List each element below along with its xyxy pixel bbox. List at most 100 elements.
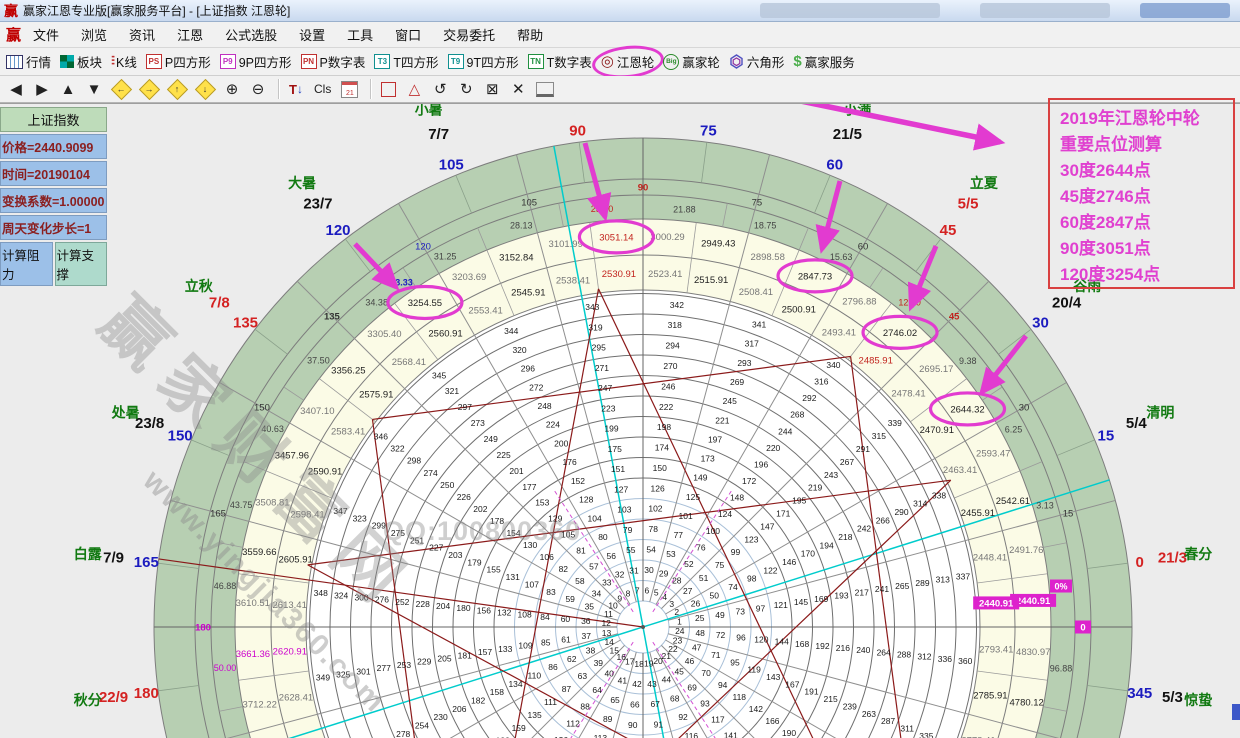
- badge-icon: T9: [448, 54, 464, 69]
- svg-text:253: 253: [397, 660, 411, 670]
- toolbar-winner-wheel[interactable]: Big赢家轮: [663, 52, 720, 71]
- svg-text:248: 248: [537, 401, 551, 411]
- svg-text:228: 228: [416, 599, 430, 609]
- svg-text:347: 347: [333, 506, 347, 516]
- svg-text:93: 93: [700, 699, 710, 709]
- svg-text:3000.29: 3000.29: [650, 232, 684, 243]
- calc-resistance-button[interactable]: 计算阻力: [0, 242, 53, 286]
- svg-text:173: 173: [701, 454, 715, 464]
- menu-1[interactable]: 浏览: [81, 25, 107, 44]
- toolbar-t-square[interactable]: T3T四方形: [374, 52, 438, 71]
- svg-text:45: 45: [674, 667, 684, 677]
- annotation-line-6: 120度3254点: [1060, 262, 1233, 288]
- menu-8[interactable]: 交易委托: [443, 25, 495, 44]
- svg-text:42: 42: [632, 679, 642, 689]
- svg-text:220: 220: [766, 443, 780, 453]
- svg-text:244: 244: [778, 426, 792, 436]
- toolbar-gann-wheel[interactable]: ◎江恩轮: [601, 52, 655, 71]
- menu-9[interactable]: 帮助: [517, 25, 543, 44]
- svg-text:242: 242: [857, 524, 871, 534]
- svg-text:43.75: 43.75: [230, 500, 253, 510]
- center-cross-icon[interactable]: ✕: [510, 80, 526, 98]
- svg-text:124: 124: [718, 509, 732, 519]
- toolbar-t-table[interactable]: TNT数字表: [528, 52, 592, 71]
- svg-text:191: 191: [804, 687, 818, 697]
- diamond-right-icon[interactable]: →: [140, 80, 158, 98]
- menu-7[interactable]: 窗口: [395, 25, 421, 44]
- svg-text:82: 82: [559, 564, 569, 574]
- svg-text:104: 104: [588, 513, 602, 523]
- svg-text:226: 226: [457, 492, 471, 502]
- toolbar-label: P数字表: [320, 52, 366, 71]
- toolbar-9p-square[interactable]: P99P四方形: [220, 52, 292, 71]
- badge-icon: PS: [146, 54, 162, 69]
- diamond-left-icon[interactable]: ←: [112, 80, 130, 98]
- zoom-out-icon[interactable]: ⊖: [250, 80, 266, 98]
- svg-text:250: 250: [440, 480, 454, 490]
- menu-2[interactable]: 资讯: [129, 25, 155, 44]
- svg-text:15: 15: [1098, 428, 1115, 445]
- toolbar-p-square[interactable]: PSP四方形: [146, 52, 211, 71]
- svg-text:291: 291: [856, 444, 870, 454]
- presentation-icon[interactable]: [536, 82, 554, 97]
- svg-text:64: 64: [592, 685, 602, 695]
- menu-5[interactable]: 设置: [299, 25, 325, 44]
- menu-0[interactable]: 文件: [33, 25, 59, 44]
- svg-text:288: 288: [897, 649, 911, 659]
- svg-text:立夏: 立夏: [970, 175, 999, 191]
- svg-text:227: 227: [429, 543, 443, 553]
- toolbar-label: 赢家服务: [805, 52, 855, 71]
- toolbar-sectors[interactable]: 板块: [60, 52, 102, 71]
- toolbar-p-table[interactable]: PNP数字表: [301, 52, 366, 71]
- page-down-icon[interactable]: ▼: [86, 81, 102, 98]
- svg-text:52: 52: [684, 559, 694, 569]
- rotate-cw-icon[interactable]: ↻: [458, 80, 474, 98]
- rotate-ccw-icon[interactable]: ↺: [432, 80, 448, 98]
- menu-3[interactable]: 江恩: [177, 25, 203, 44]
- svg-text:7/8: 7/8: [209, 294, 230, 311]
- scroll-left-icon[interactable]: ◀: [8, 80, 24, 98]
- svg-text:201: 201: [509, 466, 523, 476]
- calc-support-button[interactable]: 计算支撑: [55, 242, 108, 286]
- svg-text:118: 118: [732, 692, 746, 702]
- svg-text:31: 31: [629, 565, 639, 575]
- svg-text:168: 168: [795, 639, 809, 649]
- menu-6[interactable]: 工具: [347, 25, 373, 44]
- menu-4[interactable]: 公式选股: [225, 25, 277, 44]
- diamond-up-icon[interactable]: ↑: [168, 80, 186, 98]
- svg-text:147: 147: [760, 521, 774, 531]
- svg-text:105: 105: [521, 197, 537, 208]
- svg-text:清明: 清明: [1146, 405, 1174, 421]
- svg-text:230: 230: [434, 712, 448, 722]
- diamond-down-icon[interactable]: ↓: [196, 80, 214, 98]
- scroll-right-icon[interactable]: ▶: [34, 80, 50, 98]
- toolbar-kline[interactable]: ⫶⫶K线: [111, 52, 137, 71]
- page-up-icon[interactable]: ▲: [60, 81, 76, 98]
- svg-text:2530.91: 2530.91: [602, 269, 636, 280]
- triangle-tool-icon[interactable]: △: [406, 80, 422, 98]
- cls-button[interactable]: Cls: [314, 82, 331, 96]
- t-down-icon[interactable]: T↓: [288, 82, 304, 97]
- svg-text:151: 151: [611, 464, 625, 474]
- svg-text:91: 91: [654, 719, 664, 729]
- svg-text:117: 117: [711, 715, 725, 725]
- svg-text:2463.41: 2463.41: [943, 465, 977, 476]
- svg-text:51: 51: [699, 573, 709, 583]
- box-x-icon[interactable]: ⊠: [484, 80, 500, 98]
- toolbar-9t-square[interactable]: T99T四方形: [448, 52, 519, 71]
- toolbar-winner-service[interactable]: $赢家服务: [793, 52, 854, 71]
- candlestick-icon: ⫶⫶: [111, 54, 113, 69]
- svg-text:336: 336: [938, 654, 952, 664]
- svg-text:2538.41: 2538.41: [556, 275, 590, 286]
- calendar-icon[interactable]: 21: [341, 81, 358, 98]
- svg-text:2605.91: 2605.91: [278, 554, 312, 565]
- square-tool-icon[interactable]: [380, 82, 396, 97]
- svg-text:94: 94: [718, 680, 728, 690]
- zoom-in-icon[interactable]: ⊕: [224, 80, 240, 98]
- toolbar-hexagon[interactable]: 六角形: [729, 52, 785, 71]
- svg-text:105: 105: [439, 157, 464, 174]
- svg-text:296: 296: [521, 364, 535, 374]
- toolbar-quotes[interactable]: 行情: [6, 52, 51, 71]
- badge-icon: TN: [528, 54, 544, 69]
- svg-text:263: 263: [862, 709, 876, 719]
